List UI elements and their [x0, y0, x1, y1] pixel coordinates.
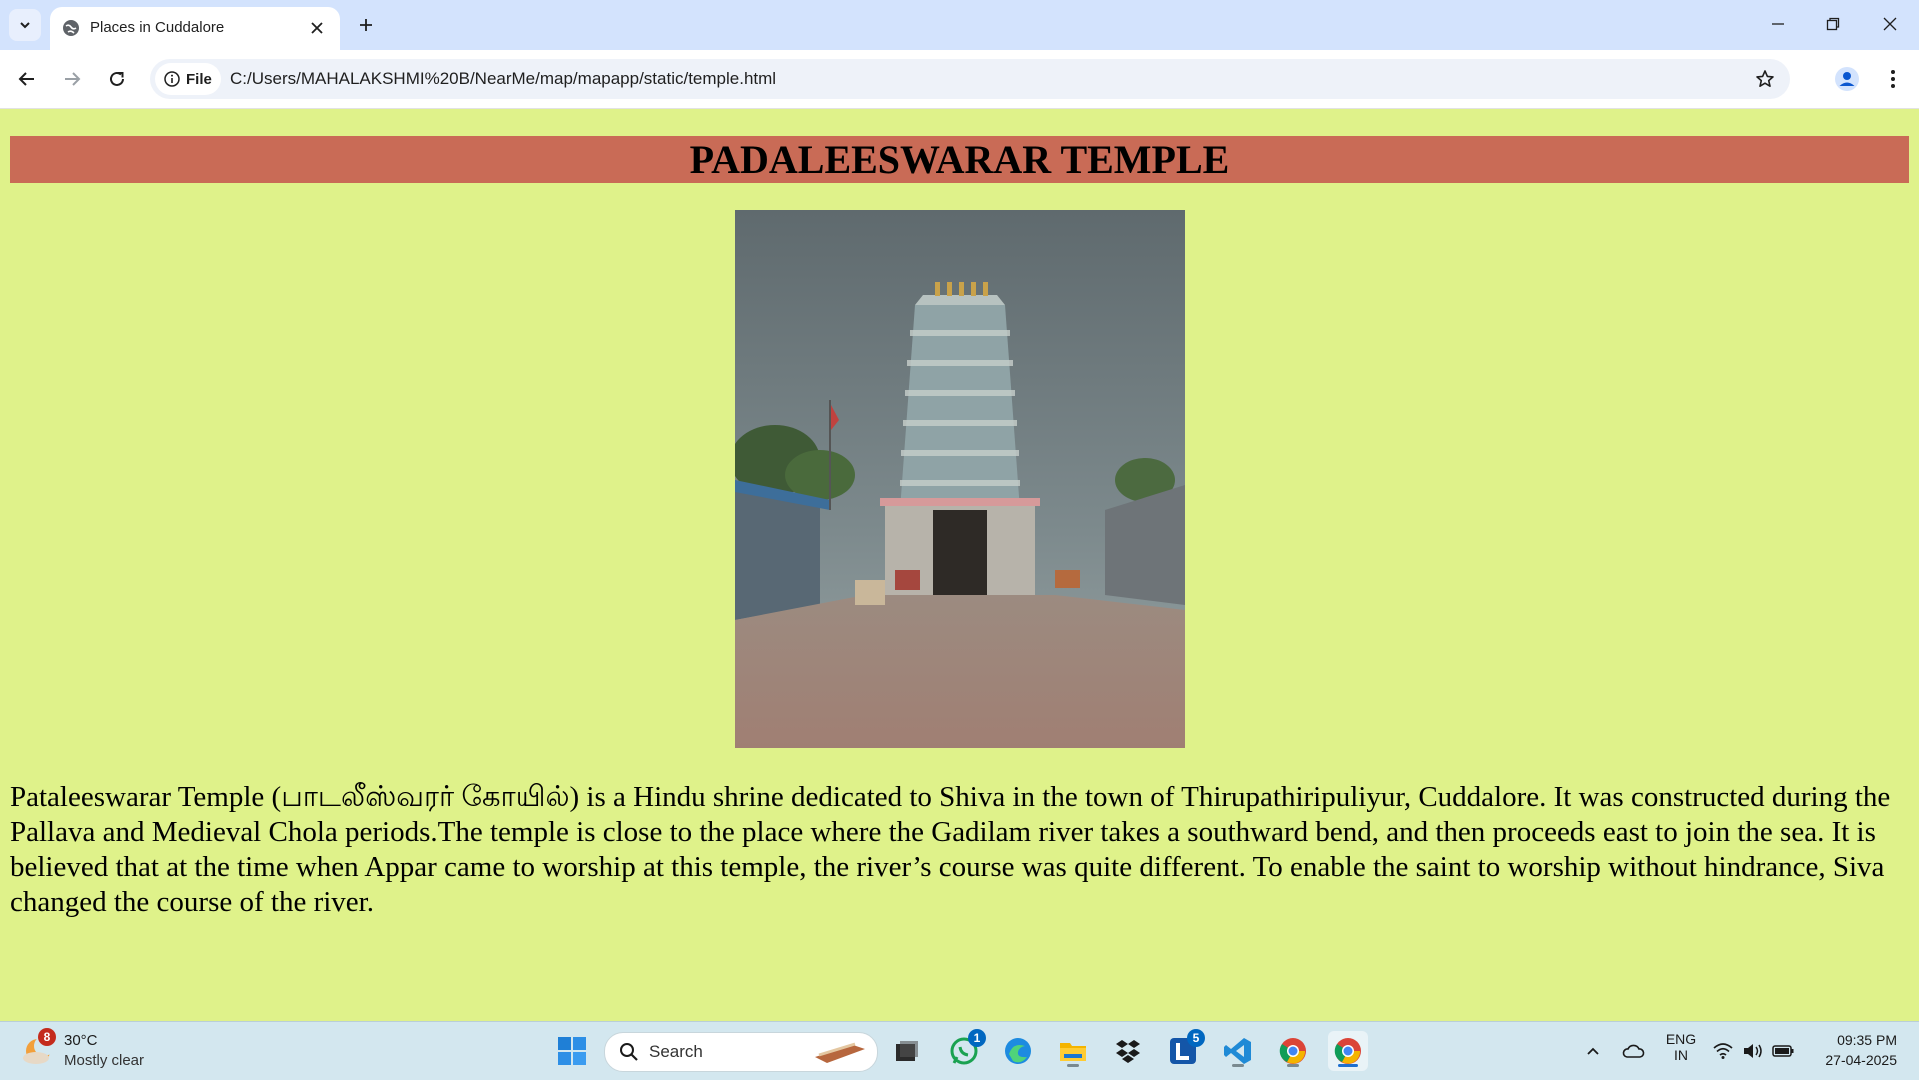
site-info-chip[interactable]: File — [155, 63, 221, 95]
temple-photo — [735, 210, 1185, 748]
reload-icon — [110, 71, 124, 86]
taskbar-edge[interactable] — [998, 1031, 1038, 1071]
temple-description: Pataleeswarar Temple (பாடலீஸ்வரர் கோயில்… — [10, 781, 1891, 918]
clock[interactable]: 09:35 PM 27-04-2025 — [1825, 1030, 1897, 1070]
browser-toolbar: File C:/Users/MAHALAKSHMI%20B/NearMe/map… — [0, 50, 1919, 109]
back-button[interactable] — [9, 61, 45, 97]
taskbar-search-label: Search — [649, 1042, 703, 1061]
minimize-icon — [1772, 23, 1784, 25]
start-button[interactable] — [552, 1031, 592, 1071]
show-hidden-icons-button[interactable] — [1573, 1031, 1613, 1071]
globe-icon — [63, 20, 79, 36]
clock-date: 27-04-2025 — [1825, 1052, 1897, 1068]
volume-icon — [1744, 1044, 1762, 1058]
chevron-down-icon — [20, 22, 30, 29]
l-app-badge: 5 — [1187, 1029, 1205, 1047]
onedrive-button[interactable] — [1613, 1031, 1653, 1071]
search-icon — [620, 1043, 638, 1061]
chrome-icon — [1279, 1038, 1306, 1064]
search-highlight-icon — [815, 1042, 865, 1063]
site-info-label: File — [186, 70, 212, 88]
taskbar-search[interactable]: Search — [604, 1032, 878, 1072]
arrow-right-icon — [65, 72, 81, 86]
region-label: IN — [1674, 1047, 1688, 1063]
running-indicator — [1287, 1064, 1299, 1067]
taskbar-task-view[interactable] — [887, 1031, 927, 1071]
star-icon — [1756, 70, 1774, 87]
close-icon — [1883, 17, 1897, 31]
running-indicator — [1067, 1064, 1079, 1067]
clock-time: 09:35 PM — [1837, 1032, 1897, 1048]
taskbar-whatsapp[interactable]: 1 — [944, 1029, 986, 1071]
restore-button[interactable] — [1815, 8, 1851, 40]
active-indicator — [1338, 1064, 1358, 1067]
reload-button[interactable] — [99, 61, 135, 97]
language-indicator[interactable]: ENG IN — [1660, 1031, 1702, 1063]
plus-icon — [360, 19, 372, 31]
dropbox-icon — [1116, 1040, 1140, 1063]
arrow-left-icon — [18, 72, 34, 86]
bookmark-button[interactable] — [1752, 66, 1778, 92]
cloud-sync-icon — [1622, 1044, 1645, 1058]
restore-icon — [1826, 17, 1840, 31]
tab-places-in-cuddalore[interactable]: Places in Cuddalore — [50, 7, 340, 50]
running-indicator — [1232, 1064, 1244, 1067]
whatsapp-badge: 1 — [968, 1029, 986, 1047]
tab-search-button[interactable] — [9, 9, 41, 41]
taskbar-chrome-active[interactable] — [1328, 1031, 1368, 1071]
taskbar-dropbox[interactable] — [1108, 1031, 1148, 1071]
language-label: ENG — [1665, 1031, 1697, 1047]
avatar-icon — [1835, 67, 1859, 91]
taskbar-file-explorer[interactable] — [1053, 1031, 1093, 1071]
new-tab-button[interactable] — [353, 12, 379, 38]
taskbar-l-app[interactable]: 5 — [1163, 1029, 1205, 1071]
minimize-button[interactable] — [1760, 8, 1796, 40]
more-vertical-icon — [1891, 70, 1895, 88]
browser-menu-button[interactable] — [1876, 62, 1910, 96]
close-tab-button[interactable] — [306, 17, 328, 39]
chrome-icon — [1334, 1038, 1361, 1064]
folder-icon — [1060, 1043, 1086, 1061]
weather-badge: 8 — [38, 1028, 56, 1046]
taskbar-chrome[interactable] — [1273, 1031, 1313, 1071]
vscode-icon — [1224, 1038, 1251, 1064]
weather-description: Mostly clear — [64, 1052, 145, 1069]
info-icon — [164, 71, 180, 87]
battery-icon — [1772, 1045, 1794, 1057]
close-window-button[interactable] — [1872, 8, 1908, 40]
wifi-icon — [1713, 1043, 1733, 1059]
close-icon — [311, 22, 323, 34]
tab-bar: Places in Cuddalore — [0, 0, 1919, 50]
page-title: PADALEESWARAR TEMPLE — [10, 136, 1909, 183]
task-view-icon — [896, 1041, 918, 1061]
quick-settings-button[interactable] — [1708, 1031, 1798, 1071]
taskbar-vscode[interactable] — [1218, 1031, 1258, 1071]
edge-icon — [1005, 1038, 1031, 1064]
url-text[interactable]: C:/Users/MAHALAKSHMI%20B/NearMe/map/mapa… — [230, 69, 776, 89]
weather-temperature: 30°C — [64, 1032, 98, 1049]
windows-icon — [558, 1037, 586, 1065]
address-bar[interactable]: File C:/Users/MAHALAKSHMI%20B/NearMe/map… — [150, 59, 1790, 99]
forward-button[interactable] — [54, 61, 90, 97]
tab-title: Places in Cuddalore — [90, 19, 225, 36]
taskbar: 8 30°C Mostly clear Search 1 5 ENG IN 09… — [0, 1021, 1919, 1080]
profile-button[interactable] — [1830, 62, 1864, 96]
chevron-up-icon — [1587, 1047, 1599, 1055]
